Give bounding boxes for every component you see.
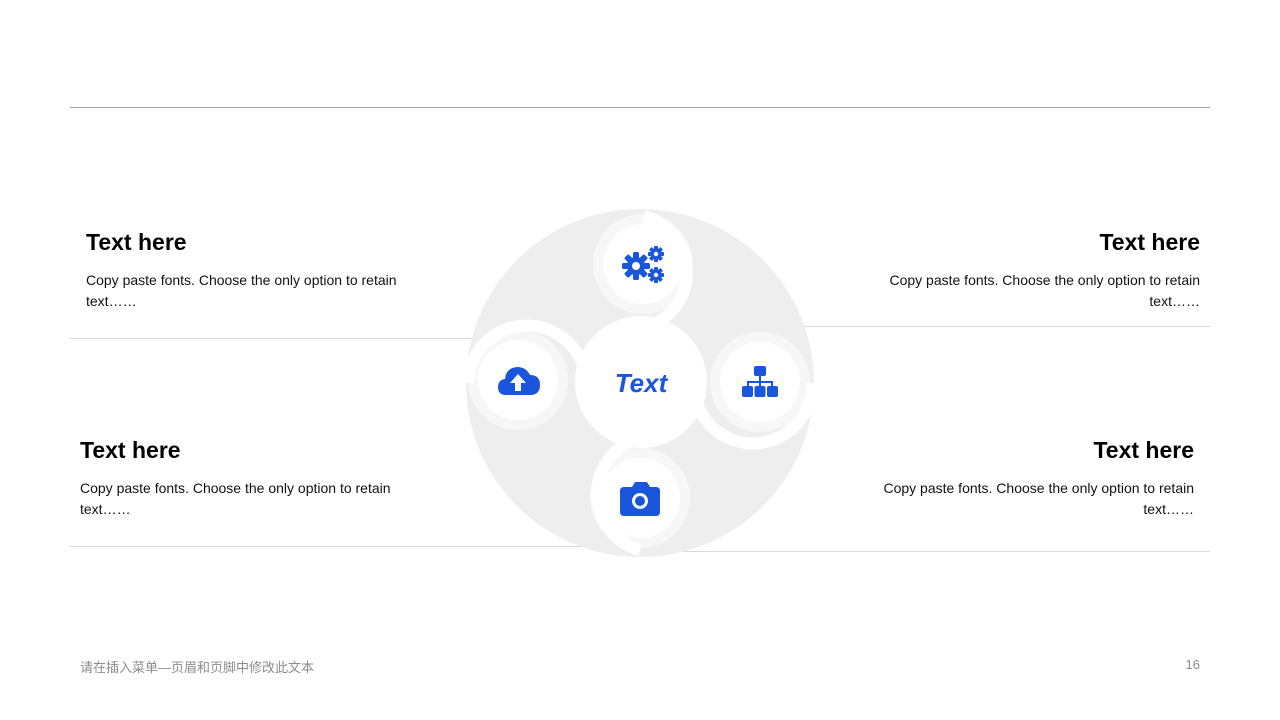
center-label: Text: [614, 368, 668, 398]
block-title: Text here: [86, 229, 187, 255]
block-body: Copy paste fonts. Choose the only option…: [883, 480, 1194, 517]
camera-icon: [620, 482, 660, 516]
block-body: Copy paste fonts. Choose the only option…: [889, 272, 1200, 309]
divider-top-right: [804, 326, 1210, 327]
block-body: Copy paste fonts. Choose the only option…: [80, 480, 391, 517]
text-block-bottom-left: Text here Copy paste fonts. Choose the o…: [80, 436, 420, 520]
text-block-top-right: Text here Copy paste fonts. Choose the o…: [860, 228, 1200, 312]
page-number: 16: [1185, 657, 1200, 672]
footer-text: 请在插入菜单—页眉和页脚中修改此文本: [80, 660, 315, 675]
divider-top-left: [70, 338, 474, 339]
block-title: Text here: [1099, 229, 1200, 255]
text-block-top-left: Text here Copy paste fonts. Choose the o…: [86, 228, 426, 312]
block-body: Copy paste fonts. Choose the only option…: [86, 272, 397, 309]
top-divider: [70, 107, 1210, 108]
block-title: Text here: [1093, 437, 1194, 463]
block-title: Text here: [80, 437, 181, 463]
text-block-bottom-right: Text here Copy paste fonts. Choose the o…: [854, 436, 1194, 520]
